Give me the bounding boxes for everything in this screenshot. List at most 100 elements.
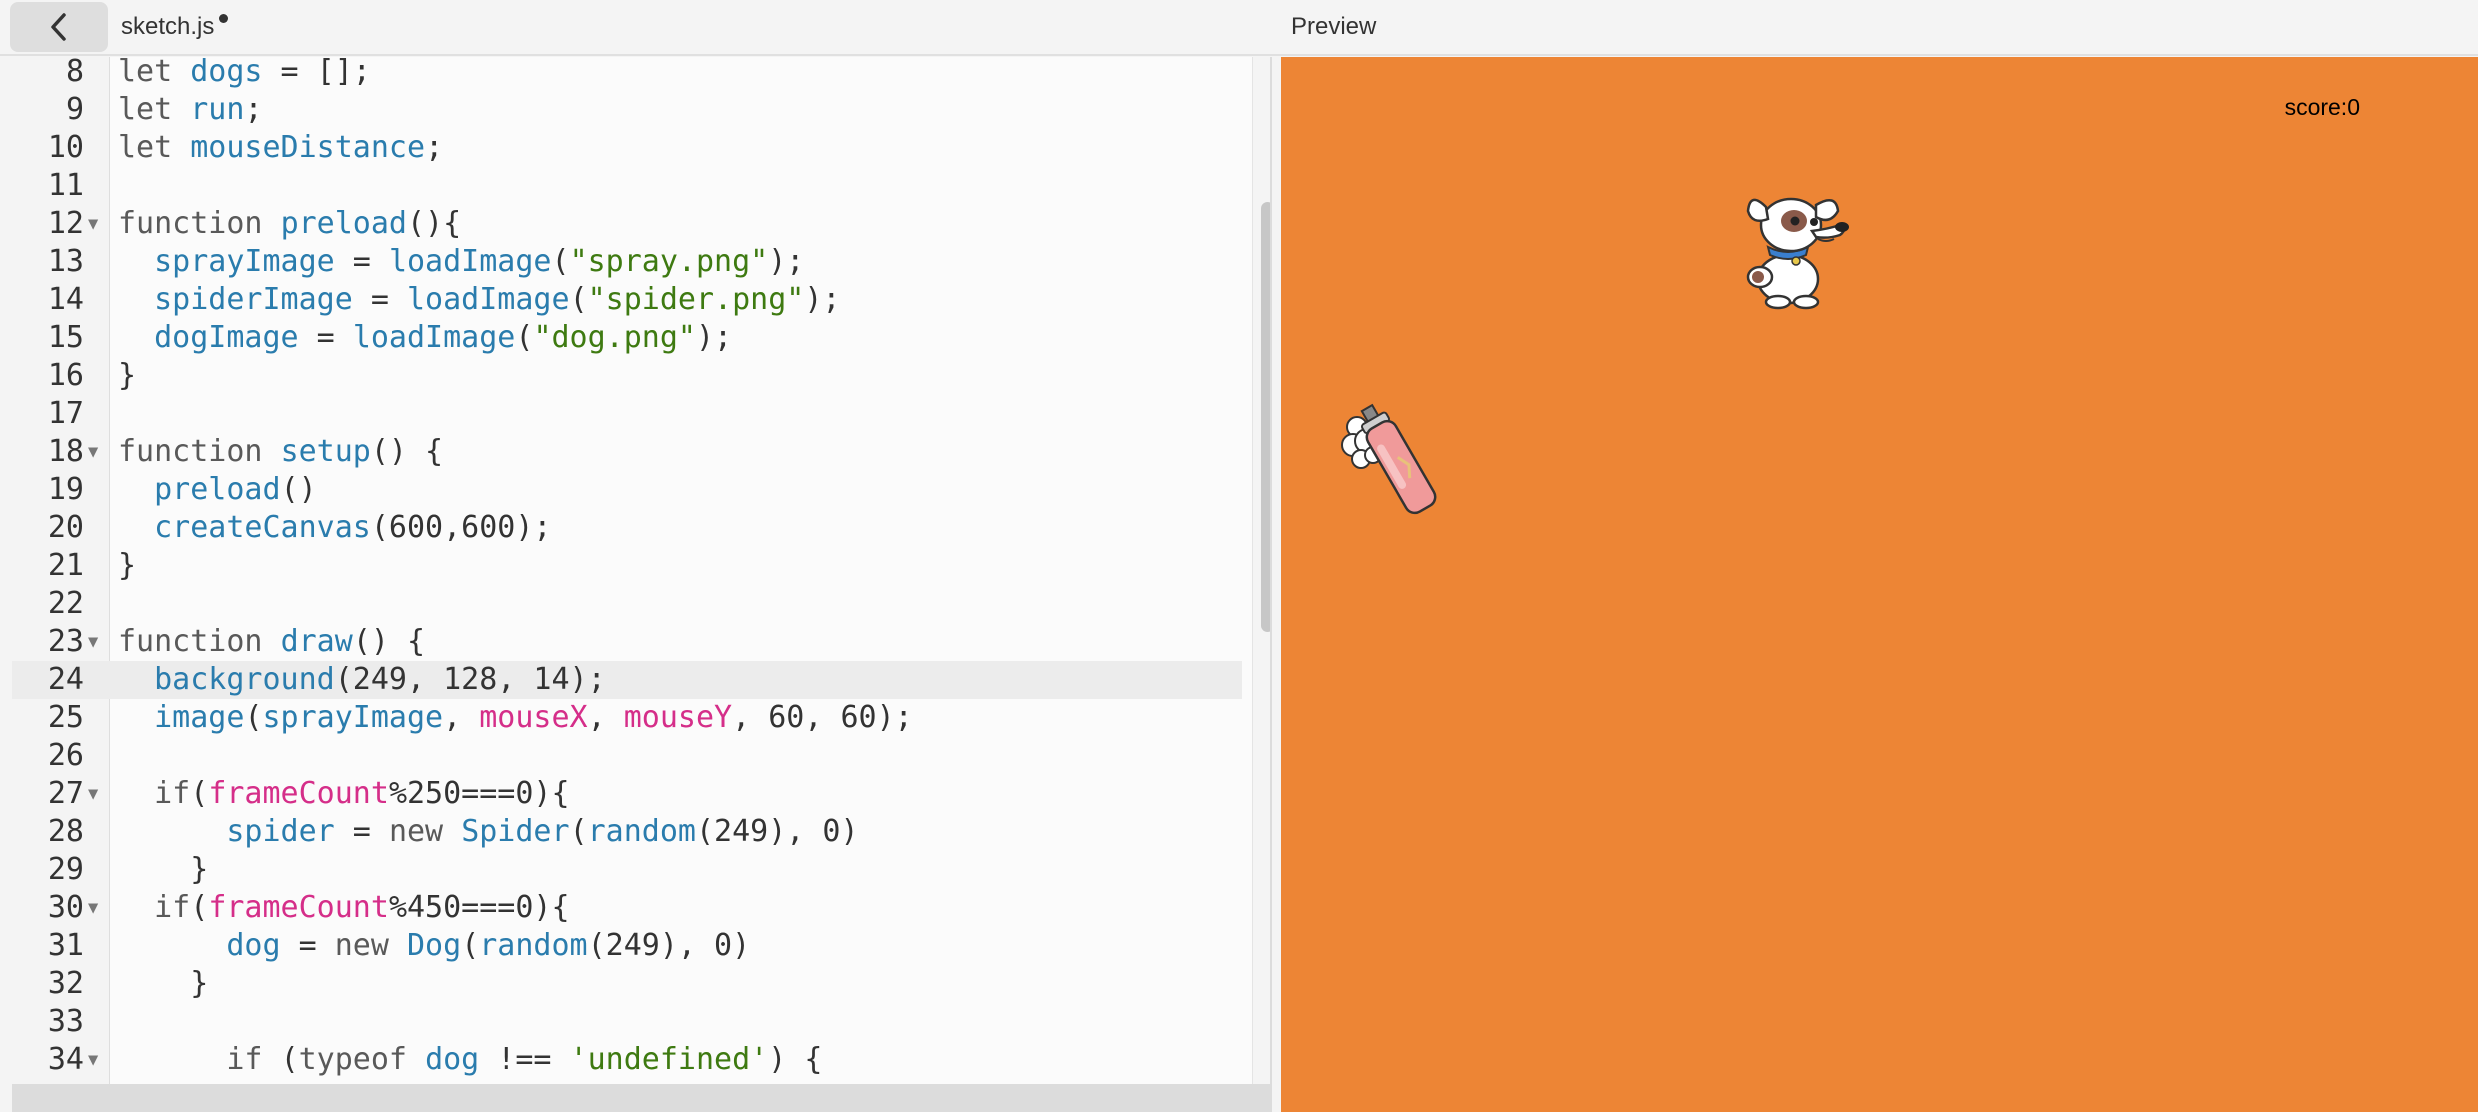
code-line[interactable]: 34 ▼ if (typeof dog !== 'undefined') { — [12, 1041, 1242, 1079]
code-line[interactable]: 12 ▼ function preload(){ — [12, 205, 1242, 243]
code-line[interactable]: 29 } — [12, 851, 1242, 889]
code-line[interactable]: 19 preload() — [12, 471, 1242, 509]
code-token: ) { — [768, 1042, 823, 1077]
line-number: 15 — [47, 320, 84, 355]
code-token: ); — [804, 282, 841, 317]
code-token: dog — [425, 1042, 480, 1077]
code-line[interactable]: 32 } — [12, 965, 1242, 1003]
code-line[interactable]: 21} — [12, 547, 1242, 585]
code-text: preload() — [118, 471, 317, 509]
code-token: random — [587, 814, 696, 849]
code-line[interactable]: 14 spiderImage = loadImage("spider.png")… — [12, 281, 1242, 319]
code-token: draw — [280, 624, 353, 659]
code-line[interactable]: 10 let mouseDistance; — [12, 129, 1242, 167]
code-token: !== — [479, 1042, 570, 1077]
code-line[interactable]: 16} — [12, 357, 1242, 395]
preview-title: Preview — [1291, 13, 1377, 40]
code-text: sprayImage = loadImage("spray.png"); — [118, 243, 804, 281]
code-line[interactable]: 23 ▼ function draw() { — [12, 623, 1242, 661]
code-token: (249, 128, 14); — [334, 662, 606, 697]
code-token: (249), 0) — [696, 814, 859, 849]
line-number: 21 — [47, 548, 84, 583]
code-token: loadImage — [388, 244, 552, 279]
code-line[interactable]: 20 createCanvas(600,600); — [12, 509, 1242, 547]
code-token: if — [154, 776, 191, 811]
code-text: createCanvas(600,600); — [118, 509, 551, 547]
code-token: ); — [768, 244, 805, 279]
code-token: = — [334, 244, 389, 279]
line-number: 30 — [47, 890, 84, 925]
fold-arrow-icon[interactable]: ▼ — [88, 205, 98, 243]
code-token: } — [118, 852, 209, 887]
back-button[interactable] — [10, 2, 108, 52]
code-token: createCanvas — [154, 510, 371, 545]
code-editor[interactable]: 8 let dogs = []; 9 let run; 10 let mouseDista… — [12, 57, 1272, 1112]
code-line[interactable]: 28 spider = new Spider(random(249), 0) — [12, 813, 1242, 851]
fold-arrow-icon[interactable]: ▼ — [88, 433, 98, 471]
code-token: () { — [370, 434, 444, 469]
code-token: ( — [569, 282, 588, 317]
spray-bottle-sprite — [1341, 403, 1437, 515]
line-number: 28 — [47, 814, 84, 849]
code-line[interactable]: 31 dog = new Dog(random(249), 0) — [12, 927, 1242, 965]
fold-arrow-icon[interactable]: ▼ — [88, 775, 98, 813]
sketch-preview-canvas[interactable]: score:0 — [1281, 57, 2478, 1112]
line-number: 20 — [47, 510, 84, 545]
code-line[interactable]: 27 ▼ if(frameCount%250===0){ — [12, 775, 1242, 813]
code-token: Spider — [461, 814, 570, 849]
line-number: 29 — [47, 852, 84, 887]
code-token: random — [479, 928, 588, 963]
line-number: 12 — [47, 206, 84, 241]
code-text: background(249, 128, 14); — [118, 661, 606, 699]
code-token: let — [118, 130, 191, 165]
code-token: spiderImage — [154, 282, 353, 317]
code-token: ( — [515, 320, 534, 355]
code-token: mouseY — [623, 700, 733, 735]
code-line[interactable]: 13 sprayImage = loadImage("spray.png"); — [12, 243, 1242, 281]
dog-sprite — [1746, 197, 1849, 310]
console-bar[interactable] — [12, 1084, 1270, 1112]
code-token: dogs — [190, 57, 263, 89]
fold-arrow-icon[interactable]: ▼ — [88, 889, 98, 927]
code-token: = — [298, 320, 353, 355]
editor-scrollbar-thumb[interactable] — [1261, 202, 1270, 632]
code-line[interactable]: 8 let dogs = []; — [12, 57, 1242, 91]
code-text: function setup() { — [118, 433, 443, 471]
code-token: ( — [280, 1042, 299, 1077]
code-line[interactable]: 24 background(249, 128, 14); — [12, 661, 1242, 699]
code-line[interactable]: 15 dogImage = loadImage("dog.png"); — [12, 319, 1242, 357]
code-token: ; — [425, 130, 444, 165]
code-line[interactable]: 25 image(sprayImage, mouseX, mouseY, 60,… — [12, 699, 1242, 737]
file-tab[interactable]: sketch.js — [121, 0, 229, 54]
code-token: let — [118, 57, 191, 89]
code-token: typeof — [298, 1042, 426, 1077]
code-line[interactable]: 22 — [12, 585, 1242, 623]
code-token: = []; — [262, 57, 371, 89]
code-line[interactable]: 33 — [12, 1003, 1242, 1041]
code-text: } — [118, 851, 208, 889]
code-token: loadImage — [352, 320, 516, 355]
code-text: image(sprayImage, mouseX, mouseY, 60, 60… — [118, 699, 913, 737]
code-token: } — [118, 358, 137, 393]
code-token: (){ — [407, 206, 462, 241]
code-token: preload — [154, 472, 281, 507]
code-line[interactable]: 30 ▼ if(frameCount%450===0){ — [12, 889, 1242, 927]
fold-arrow-icon[interactable]: ▼ — [88, 623, 98, 661]
code-line[interactable]: 11 — [12, 167, 1242, 205]
unsaved-indicator — [219, 13, 229, 23]
code-line[interactable]: 18 ▼ function setup() { — [12, 433, 1242, 471]
code-line[interactable]: 26 — [12, 737, 1242, 775]
code-line[interactable]: 9 let run; — [12, 91, 1242, 129]
fold-arrow-icon[interactable]: ▼ — [88, 1041, 98, 1079]
code-token: = — [280, 928, 335, 963]
line-number: 8 — [65, 57, 84, 89]
code-token: mouseX — [479, 700, 588, 735]
line-number: 11 — [47, 168, 84, 203]
code-line[interactable]: 17 — [12, 395, 1242, 433]
